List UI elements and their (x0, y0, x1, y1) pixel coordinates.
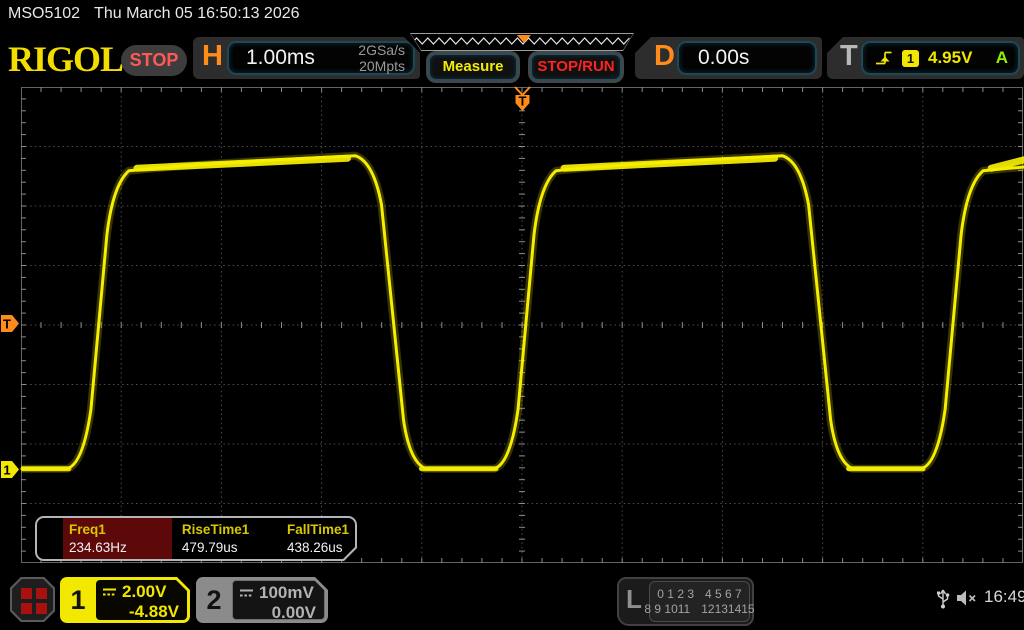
speaker-muted-icon (956, 589, 980, 607)
logic-row-group: 4 5 6 7 (705, 587, 742, 602)
channel1-ground-marker[interactable]: 1 (1, 461, 19, 478)
measurement-panel: Freq1 234.63Hz RiseTime1 479.79us FallTi… (35, 516, 357, 561)
channel1-marker-number: 1 (3, 463, 10, 478)
channel1-button[interactable]: 1 2.00V -4.88V (60, 577, 190, 623)
logic-row-group: 12131415 (701, 602, 754, 617)
measurement-panel-inner: Freq1 234.63Hz RiseTime1 479.79us FallTi… (37, 518, 355, 559)
menu-grid-button[interactable] (10, 577, 55, 622)
trigger-position-letter: T (519, 94, 527, 109)
dc-coupling-icon (102, 587, 117, 597)
logic-row-group: 8 9 1011 (644, 602, 690, 617)
channel2-button[interactable]: 2 100mV 0.00V (196, 577, 328, 623)
channel2-number: 2 (196, 577, 232, 623)
measurement-freq1[interactable]: Freq1 234.63Hz (63, 518, 172, 559)
logic-channels: 0 1 2 3 4 5 6 7 8 9 1011 12131415 (649, 581, 750, 622)
logic-row-group: 0 1 2 3 (657, 587, 694, 602)
measurement-value: 234.63Hz (69, 539, 166, 557)
channel1-number: 1 (60, 577, 96, 623)
measurement-value: 479.79us (182, 539, 275, 557)
measurement-falltime1[interactable]: FallTime1 438.26us (281, 518, 355, 559)
measurement-label: RiseTime1 (182, 521, 275, 539)
measurement-label: FallTime1 (287, 521, 349, 539)
logic-label: L (626, 584, 642, 615)
trigger-level-marker[interactable]: T (1, 315, 19, 332)
channel1-scale: 2.00V (122, 582, 166, 602)
channel1-settings: 2.00V -4.88V (96, 580, 187, 620)
system-clock: 16:49 (984, 587, 1024, 607)
logic-analyzer-button[interactable]: L 0 1 2 3 4 5 6 7 8 9 1011 12131415 (617, 577, 754, 626)
trigger-level-letter: T (3, 317, 11, 332)
measurement-label: Freq1 (69, 521, 166, 539)
usb-icon (936, 587, 950, 609)
measurement-risetime1[interactable]: RiseTime1 479.79us (176, 518, 281, 559)
channel1-offset: -4.88V (102, 602, 179, 622)
measurement-value: 438.26us (287, 539, 349, 557)
dc-coupling-icon (239, 588, 254, 598)
menu-grid-inner (12, 579, 53, 620)
channel2-settings: 100mV 0.00V (232, 580, 325, 620)
channel2-scale: 100mV (259, 583, 314, 603)
